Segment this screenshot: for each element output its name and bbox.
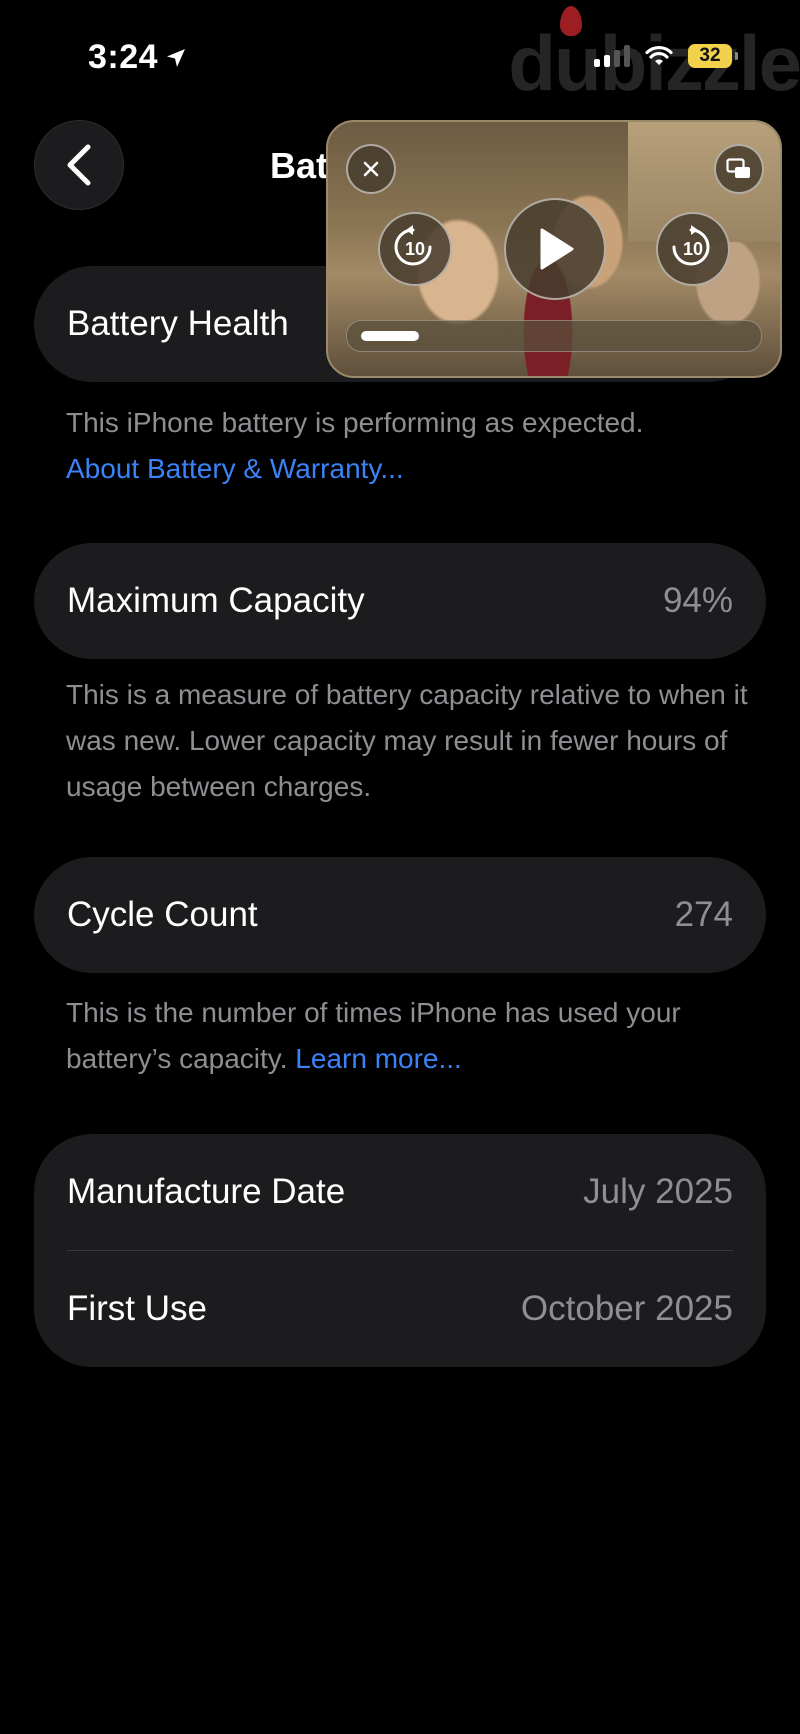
play-icon [540, 228, 574, 270]
status-indicators: 32 [594, 44, 738, 68]
manufacture-date-row: Manufacture Date July 2025 [34, 1134, 766, 1250]
back-button[interactable] [34, 120, 124, 210]
battery-health-note: This iPhone battery is performing as exp… [66, 407, 644, 438]
dates-group: Manufacture Date July 2025 First Use Oct… [34, 1134, 766, 1367]
battery-health-label: Battery Health [67, 304, 289, 343]
maximum-capacity-cell: Maximum Capacity 94% [34, 543, 766, 659]
learn-more-link[interactable]: Learn more... [295, 1043, 462, 1074]
battery-indicator-icon: 32 [688, 44, 738, 68]
cellular-signal-icon [594, 45, 630, 67]
pip-progress-fill [361, 331, 419, 341]
status-time: 3:24 [88, 38, 188, 77]
skip-back-label: 10 [404, 238, 426, 259]
time-label: 3:24 [88, 38, 159, 76]
chevron-left-icon [67, 144, 91, 186]
skip-back-button[interactable]: 10 [378, 212, 452, 286]
first-use-row: First Use October 2025 [34, 1251, 766, 1367]
pip-expand-button[interactable] [714, 144, 764, 194]
maximum-capacity-value: 94% [662, 581, 733, 620]
about-battery-warranty-link[interactable]: About Battery & Warranty... [66, 446, 756, 492]
page-title: Bat [270, 145, 329, 186]
cycle-count-cell: Cycle Count 274 [34, 857, 766, 973]
close-icon [363, 161, 379, 177]
pip-video-player[interactable]: 10 10 [326, 120, 782, 378]
cycle-count-row: Cycle Count 274 [34, 857, 766, 973]
manufacture-date-value: July 2025 [583, 1172, 733, 1211]
first-use-value: October 2025 [520, 1289, 733, 1328]
pip-restore-icon [726, 158, 750, 178]
battery-health-footnote: This iPhone battery is performing as exp… [66, 400, 756, 492]
manufacture-date-label: Manufacture Date [67, 1172, 346, 1211]
maximum-capacity-row: Maximum Capacity 94% [34, 543, 766, 659]
maximum-capacity-label: Maximum Capacity [67, 581, 365, 620]
battery-level: 32 [699, 45, 721, 66]
skip-forward-button[interactable]: 10 [656, 212, 730, 286]
location-arrow-icon [167, 48, 186, 67]
skip-forward-label: 10 [682, 238, 704, 259]
cycle-count-footnote: This is the number of times iPhone has u… [66, 990, 756, 1082]
cycle-count-value: 274 [674, 895, 733, 934]
wifi-icon [645, 45, 673, 65]
cycle-count-label: Cycle Count [67, 895, 258, 934]
pip-scrubber[interactable] [346, 320, 762, 352]
first-use-label: First Use [67, 1289, 207, 1328]
pip-close-button[interactable] [346, 144, 396, 194]
maximum-capacity-footnote: This is a measure of battery capacity re… [66, 679, 748, 802]
play-button[interactable] [504, 198, 606, 300]
